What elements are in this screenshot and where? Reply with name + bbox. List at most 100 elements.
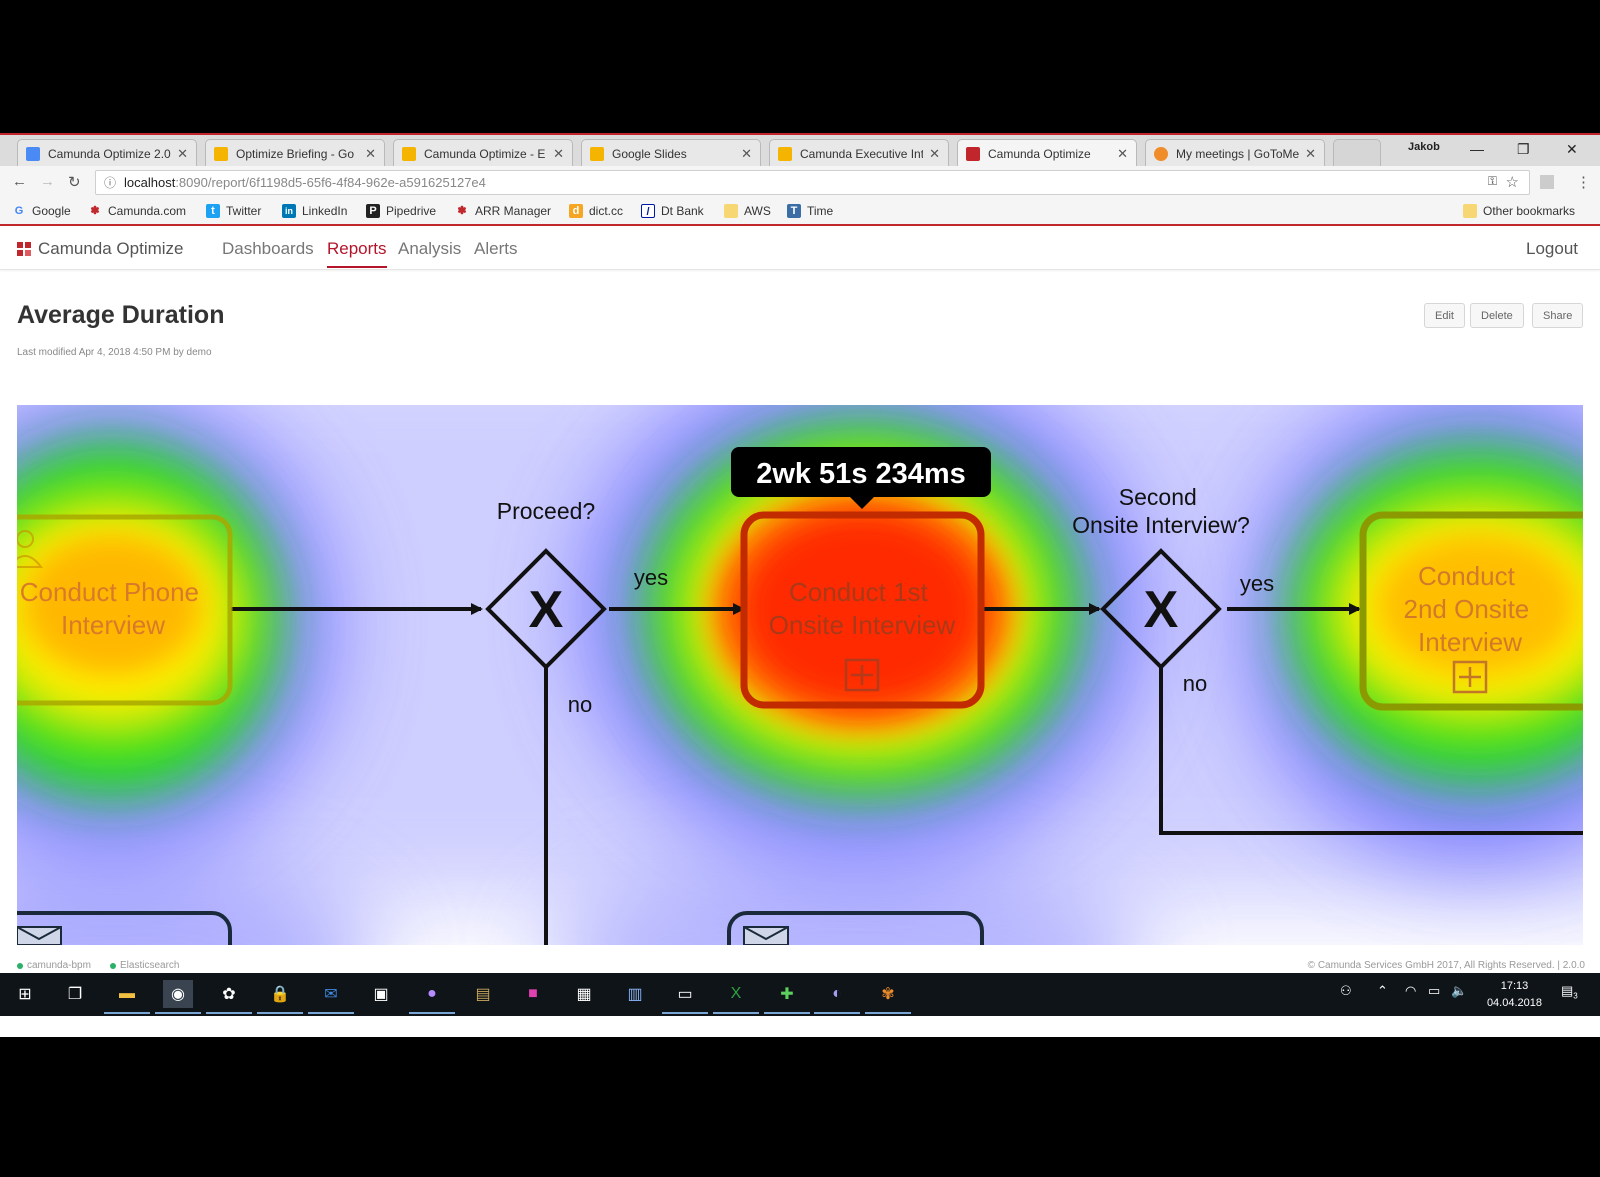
url-input[interactable]: ⓘ localhost:8090/report/6f1198d5-65f6-4f… bbox=[95, 170, 1530, 195]
keepass-icon[interactable]: 🔒 bbox=[257, 980, 303, 1014]
nav-reports[interactable]: Reports bbox=[327, 239, 387, 268]
chevron-up-icon[interactable]: ⌃ bbox=[1377, 983, 1388, 999]
brand[interactable]: Camunda Optimize bbox=[17, 239, 184, 259]
envelope-icon bbox=[17, 926, 62, 945]
restore-icon[interactable]: ❐ bbox=[1517, 141, 1530, 158]
close-icon[interactable]: ✕ bbox=[365, 146, 376, 162]
info-icon[interactable]: ⓘ bbox=[104, 174, 116, 191]
app-icon[interactable]: ■ bbox=[518, 980, 548, 1008]
chrome-icon[interactable]: ◉ bbox=[155, 980, 201, 1014]
browser-tab[interactable]: Camunda Executive Int ✕ bbox=[769, 139, 949, 168]
nav-dashboards[interactable]: Dashboards bbox=[222, 239, 314, 259]
bookmark-item[interactable]: T Time bbox=[787, 204, 833, 218]
volume-icon[interactable]: 🔈 bbox=[1451, 983, 1467, 999]
bookmark-item[interactable]: P Pipedrive bbox=[366, 204, 436, 218]
bpmn-heatmap-diagram[interactable]: Conduct Phone Interview X Proceed? yes n… bbox=[17, 405, 1583, 945]
browser-tab[interactable]: Google Slides ✕ bbox=[581, 139, 761, 168]
menu-icon[interactable]: ⋮ bbox=[1576, 173, 1591, 191]
bookmark-item[interactable]: ✽ ARR Manager bbox=[455, 204, 551, 218]
pipedrive-icon: P bbox=[366, 204, 380, 218]
gateway-label-line: Second bbox=[1119, 484, 1197, 510]
minimize-icon[interactable]: — bbox=[1470, 141, 1484, 157]
time-icon: T bbox=[787, 204, 801, 218]
other-bookmarks[interactable]: Other bookmarks bbox=[1463, 204, 1575, 218]
slides-icon bbox=[214, 147, 228, 161]
edit-button[interactable]: Edit bbox=[1424, 303, 1465, 328]
back-icon[interactable]: ← bbox=[12, 173, 27, 190]
exclusive-gateway-x-icon: X bbox=[1144, 581, 1179, 639]
status-elasticsearch: Elasticsearch bbox=[110, 960, 179, 971]
browser-tab-active[interactable]: Camunda Optimize ✕ bbox=[957, 139, 1137, 168]
eclipse-icon[interactable]: ◐ bbox=[814, 980, 860, 1014]
forward-icon[interactable]: → bbox=[40, 173, 55, 190]
people-icon[interactable]: ⚇ bbox=[1340, 983, 1352, 999]
camunda-icon: ✽ bbox=[457, 205, 467, 217]
address-bar: ← → ↻ ⓘ localhost:8090/report/6f1198d5-6… bbox=[0, 166, 1600, 199]
key-icon[interactable]: ⚿ bbox=[1488, 174, 1497, 189]
excel-icon[interactable]: X bbox=[713, 980, 759, 1014]
app-icon[interactable]: ▣ bbox=[366, 980, 396, 1008]
screen: Camunda Optimize 2.0 ✕ Optimize Briefing … bbox=[0, 133, 1600, 1037]
close-icon[interactable]: ✕ bbox=[741, 146, 752, 162]
logout-link[interactable]: Logout bbox=[1526, 239, 1578, 259]
outlook-icon[interactable]: ✉ bbox=[308, 980, 354, 1014]
bookmark-item[interactable]: G Google bbox=[12, 204, 71, 218]
new-tab-button[interactable] bbox=[1333, 139, 1381, 168]
profile-name[interactable]: Jakob bbox=[1408, 141, 1440, 153]
calculator-icon[interactable]: ▦ bbox=[569, 980, 599, 1008]
gotomeeting-icon[interactable]: ✾ bbox=[865, 980, 911, 1014]
task-label-line: Conduct 1st bbox=[789, 577, 929, 607]
bookmark-folder[interactable]: AWS bbox=[724, 204, 771, 218]
close-icon[interactable]: ✕ bbox=[1305, 146, 1316, 162]
browser-tab[interactable]: My meetings | GoToMe ✕ bbox=[1145, 139, 1325, 168]
copyright: © Camunda Services GmbH 2017, All Rights… bbox=[1307, 960, 1585, 971]
browser-tab[interactable]: Camunda Optimize 2.0 ✕ bbox=[17, 139, 197, 168]
folder-icon bbox=[1463, 204, 1477, 218]
wifi-icon[interactable]: ◠ bbox=[1405, 983, 1416, 999]
file-explorer-icon[interactable]: ▬ bbox=[104, 980, 150, 1014]
close-icon[interactable]: ✕ bbox=[1117, 146, 1128, 162]
close-icon[interactable]: ✕ bbox=[177, 146, 188, 162]
close-icon[interactable]: ✕ bbox=[553, 146, 564, 162]
extension-icon[interactable] bbox=[1540, 175, 1554, 189]
delete-button[interactable]: Delete bbox=[1470, 303, 1524, 328]
system-clock[interactable]: 17:13 04.04.2018 bbox=[1487, 978, 1542, 1012]
browser-tab[interactable]: Camunda Optimize - E ✕ bbox=[393, 139, 573, 168]
reload-icon[interactable]: ↻ bbox=[68, 173, 81, 191]
bookmark-item[interactable]: in LinkedIn bbox=[282, 204, 347, 218]
svg-text:2wk 51s 234ms: 2wk 51s 234ms bbox=[756, 458, 966, 490]
browser-tab[interactable]: Optimize Briefing - Go ✕ bbox=[205, 139, 385, 168]
slides-icon bbox=[778, 147, 792, 161]
nav-analysis[interactable]: Analysis bbox=[398, 239, 461, 259]
bookmark-item[interactable]: d dict.cc bbox=[569, 204, 623, 218]
linkedin-icon: in bbox=[282, 204, 296, 218]
bookmark-item[interactable]: t Twitter bbox=[206, 204, 261, 218]
terminal-icon[interactable]: ▭ bbox=[662, 980, 708, 1014]
bookmark-item[interactable]: / Dt Bank bbox=[641, 204, 704, 218]
task-label-line: Interview bbox=[1418, 627, 1522, 657]
gateway-label: Proceed? bbox=[497, 498, 595, 524]
task-view-icon[interactable]: ❐ bbox=[60, 980, 90, 1008]
exclusive-gateway-x-icon: X bbox=[529, 581, 564, 639]
slides-icon bbox=[402, 147, 416, 161]
google-icon: G bbox=[14, 205, 24, 217]
close-window-icon[interactable]: ✕ bbox=[1566, 141, 1578, 158]
windows-start-icon[interactable]: ⊞ bbox=[10, 980, 40, 1008]
windows-taskbar: ⊞ ❐ ▬ ◉ ✿ 🔒 ✉ ▣ ● ▤ ■ ▦ ▥ ▭ X ✚ ◐ ✾ ⚇ ⌃ … bbox=[0, 973, 1600, 1016]
star-icon[interactable]: ☆ bbox=[1506, 173, 1519, 191]
github-icon[interactable]: ● bbox=[409, 980, 455, 1014]
flow-label-yes: yes bbox=[1240, 571, 1274, 596]
notifications-icon[interactable]: ▤3 bbox=[1561, 983, 1578, 1001]
task-label-line: Onsite Interview bbox=[769, 610, 956, 640]
report-title: Average Duration bbox=[17, 301, 225, 329]
close-icon[interactable]: ✕ bbox=[929, 146, 940, 162]
app-icon[interactable]: ▤ bbox=[468, 980, 498, 1008]
remote-desktop-icon[interactable]: ▥ bbox=[620, 980, 650, 1008]
app-icon[interactable]: ✚ bbox=[764, 980, 810, 1014]
nav-alerts[interactable]: Alerts bbox=[474, 239, 517, 259]
share-button[interactable]: Share bbox=[1532, 303, 1584, 328]
svg-text:Conduct 2nd Onsite: Conduct 2nd Onsite Interview bbox=[1404, 561, 1537, 657]
bookmark-item[interactable]: ✽ Camunda.com bbox=[88, 204, 186, 218]
app-icon[interactable]: ✿ bbox=[206, 980, 252, 1014]
battery-icon[interactable]: ▭ bbox=[1428, 983, 1440, 999]
